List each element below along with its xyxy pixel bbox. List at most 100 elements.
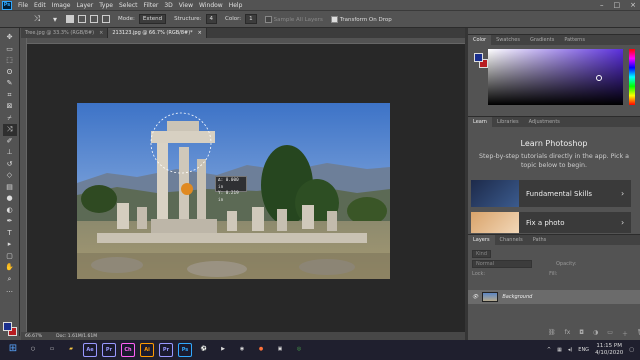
- close-tab-icon[interactable]: ×: [99, 28, 103, 38]
- brush-tool-icon[interactable]: ✐: [3, 136, 17, 148]
- subtract-selection-icon[interactable]: [90, 15, 98, 23]
- file-explorer-icon[interactable]: ▰: [64, 343, 78, 357]
- menu-help[interactable]: Help: [226, 2, 246, 9]
- more-tools-icon[interactable]: …: [3, 285, 17, 297]
- tab-swatches[interactable]: Swatches: [491, 35, 525, 45]
- intersect-selection-icon[interactable]: [102, 15, 110, 23]
- clock[interactable]: 11:15 PM 4/10/2020: [595, 343, 623, 357]
- close-icon[interactable]: ×: [630, 0, 636, 10]
- volume-icon[interactable]: ◂): [568, 347, 572, 353]
- gradient-tool-icon[interactable]: ▤: [3, 182, 17, 194]
- menu-window[interactable]: Window: [196, 2, 226, 9]
- minimize-icon[interactable]: –: [600, 0, 604, 10]
- frame-tool-icon[interactable]: ⊠: [3, 101, 17, 113]
- eyedropper-tool-icon[interactable]: ⌿: [3, 113, 17, 125]
- hue-slider[interactable]: [629, 49, 635, 105]
- task-view-icon[interactable]: ▭: [45, 343, 59, 357]
- video-editor-icon[interactable]: ▶: [216, 343, 230, 357]
- start-icon[interactable]: ⊞: [5, 343, 21, 357]
- blur-tool-icon[interactable]: ●: [3, 193, 17, 205]
- close-tab-icon[interactable]: ×: [198, 28, 202, 38]
- type-tool-icon[interactable]: T: [3, 228, 17, 240]
- character-animator-icon[interactable]: Ch: [121, 343, 135, 357]
- menu-type[interactable]: Type: [96, 2, 116, 9]
- sample-all-layers-option[interactable]: Sample All Layers: [264, 15, 323, 23]
- language-indicator[interactable]: ENG: [578, 347, 589, 353]
- tab-layers[interactable]: Layers: [468, 235, 495, 245]
- zoom-tool-icon[interactable]: ⌕: [3, 274, 17, 286]
- tab-adjustments[interactable]: Adjustments: [524, 117, 565, 127]
- menu-file[interactable]: File: [15, 2, 31, 9]
- transform-checkbox[interactable]: [330, 15, 338, 23]
- marquee-tool-icon[interactable]: ⬚: [3, 55, 17, 67]
- canvas-area[interactable]: Δ: 0.000 in Y: 0.219 in: [27, 44, 465, 332]
- doc-tab-tree[interactable]: Tree.jpg @ 33.3% (RGB/8#) ×: [21, 28, 109, 38]
- layer-row-background[interactable]: 👁 Background: [468, 290, 640, 304]
- fx-icon[interactable]: fx: [565, 329, 571, 338]
- tab-gradients[interactable]: Gradients: [525, 35, 559, 45]
- chrome-icon[interactable]: ◎: [292, 343, 306, 357]
- path-select-icon[interactable]: ▸: [3, 239, 17, 251]
- new-selection-icon[interactable]: [66, 15, 74, 23]
- add-selection-icon[interactable]: [78, 15, 86, 23]
- menu-filter[interactable]: Filter: [141, 2, 162, 9]
- color-select[interactable]: 1: [245, 14, 257, 24]
- crop-tool-icon[interactable]: ⌗: [3, 90, 17, 102]
- mask-icon[interactable]: ◘: [579, 329, 584, 338]
- content-aware-move-icon[interactable]: ⤨: [30, 14, 44, 24]
- network-icon[interactable]: ▦: [557, 347, 562, 353]
- menu-layer[interactable]: Layer: [73, 2, 96, 9]
- sample-all-checkbox[interactable]: [264, 15, 272, 23]
- premiere-pro-icon[interactable]: Pr: [102, 343, 116, 357]
- tab-channels[interactable]: Channels: [495, 235, 528, 245]
- artboard-tool-icon[interactable]: ▭: [3, 44, 17, 56]
- chevron-up-icon[interactable]: ^: [547, 347, 551, 353]
- hand-tool-icon[interactable]: ✋: [3, 262, 17, 274]
- eye-icon[interactable]: 👁: [472, 294, 478, 300]
- dropdown-icon[interactable]: ▾: [48, 15, 62, 24]
- maximize-icon[interactable]: □: [614, 0, 621, 10]
- premiere-rush-icon[interactable]: Pr: [159, 343, 173, 357]
- foreground-color-swatch[interactable]: [3, 322, 12, 331]
- doc-tab-213123[interactable]: 213123.jpg @ 66.7% (RGB/8#)* ×: [108, 28, 207, 38]
- color-picker-field[interactable]: [488, 49, 623, 105]
- menu-image[interactable]: Image: [49, 2, 74, 9]
- menu-view[interactable]: View: [176, 2, 196, 9]
- history-brush-icon[interactable]: ↺: [3, 159, 17, 171]
- menu-3d[interactable]: 3D: [161, 2, 175, 9]
- menu-edit[interactable]: Edit: [31, 2, 49, 9]
- link-icon[interactable]: ⛓: [548, 329, 556, 338]
- stamp-tool-icon[interactable]: ⊥: [3, 147, 17, 159]
- tab-paths[interactable]: Paths: [528, 235, 552, 245]
- structure-select[interactable]: 4: [205, 14, 218, 24]
- card-fundamental-skills[interactable]: Fundamental Skills ›: [471, 180, 631, 207]
- after-effects-icon[interactable]: Ae: [83, 343, 97, 357]
- menu-select[interactable]: Select: [116, 2, 141, 9]
- tab-libraries[interactable]: Libraries: [492, 117, 524, 127]
- illustrator-icon[interactable]: Ai: [140, 343, 154, 357]
- media-player-icon[interactable]: ◉: [235, 343, 249, 357]
- tab-patterns[interactable]: Patterns: [559, 35, 590, 45]
- folder-icon[interactable]: ▭: [607, 329, 613, 338]
- transform-on-drop-option[interactable]: Transform On Drop: [330, 15, 392, 23]
- content-aware-move-tool-icon[interactable]: ⤨: [2, 124, 17, 136]
- shape-tool-icon[interactable]: ▢: [3, 251, 17, 263]
- foreground-color-chip[interactable]: [474, 53, 483, 62]
- eraser-tool-icon[interactable]: ◇: [3, 170, 17, 182]
- zoom-level[interactable]: 66.67%: [25, 334, 42, 339]
- tab-color[interactable]: Color: [468, 35, 492, 45]
- layer-name[interactable]: Background: [502, 294, 532, 300]
- word-icon[interactable]: ▣: [273, 343, 287, 357]
- pen-tool-icon[interactable]: ✒: [3, 216, 17, 228]
- lasso-tool-icon[interactable]: ʘ: [3, 67, 17, 79]
- photoshop-taskbar-icon[interactable]: Ps: [178, 343, 192, 357]
- quick-select-tool-icon[interactable]: ✎: [3, 78, 17, 90]
- new-layer-icon[interactable]: ＋: [622, 329, 628, 338]
- color-picker-handle[interactable]: [596, 75, 602, 81]
- card-fix-a-photo[interactable]: Fix a photo ›: [471, 212, 631, 233]
- tab-learn[interactable]: Learn: [468, 117, 492, 127]
- soccer-ball-icon[interactable]: ⚽: [197, 343, 211, 357]
- kind-filter[interactable]: Kind: [472, 250, 492, 258]
- notification-icon[interactable]: ▢: [629, 347, 634, 353]
- blend-mode-select[interactable]: Normal: [472, 260, 532, 268]
